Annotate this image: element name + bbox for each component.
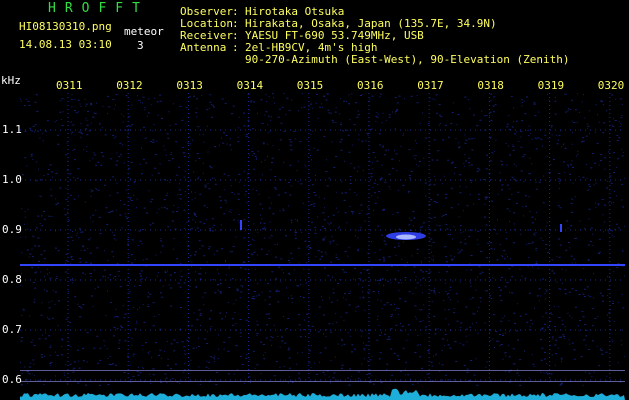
meteor-echo-faint: [240, 220, 242, 230]
baseline-reference: [20, 370, 625, 371]
time-tick-label: 0317: [417, 79, 444, 92]
meteor-count: 3: [137, 39, 144, 52]
noise-layer: [20, 93, 625, 386]
time-tick-label: 0320: [597, 79, 625, 92]
carrier-line: [20, 264, 625, 266]
grid-layer: [20, 93, 625, 385]
frequency-tick-label: 0.8: [2, 273, 22, 286]
amplitude-trace: [20, 388, 625, 400]
info-key-antenna: Antenna: [180, 41, 227, 54]
time-tick-label: 0319: [537, 79, 565, 92]
meteor-echo-faint: [560, 224, 562, 232]
frequency-tick-label: 0.6: [2, 373, 22, 386]
time-tick-label: 0312: [116, 79, 143, 92]
info-sep: :: [232, 41, 239, 54]
baseline-reference: [20, 381, 625, 382]
datetime: 14.08.13 03:10: [19, 38, 112, 51]
signal-layer: [20, 220, 625, 400]
program-title: HROFFT: [48, 1, 149, 16]
info-value-antenna-pattern: 90-270-Azimuth (East-West), 90-Elevation…: [245, 53, 570, 66]
time-tick-label: 0318: [477, 79, 504, 92]
frequency-tick-label: 0.9: [2, 223, 22, 236]
meteor-label: meteor: [124, 25, 164, 38]
time-tick-label: 0315: [296, 79, 324, 92]
meteor-echo-core: [396, 234, 416, 240]
y-axis-unit: kHz: [1, 74, 21, 87]
frequency-tick-label: 1.0: [2, 173, 22, 186]
time-tick-label: 0311: [56, 79, 83, 92]
noise-speckle: [20, 93, 625, 386]
time-tick-label: 0314: [236, 79, 264, 92]
frequency-tick-label: 0.7: [2, 323, 22, 336]
file-name: HI08130310.png: [19, 20, 112, 33]
spectrogram-plot: [20, 93, 625, 400]
time-tick-label: 0313: [176, 79, 203, 92]
frequency-tick-label: 1.1: [2, 123, 22, 136]
spectrogram-window: { "program": "HROFFT", "file_name": "HI0…: [0, 0, 629, 400]
time-tick-label: 0316: [357, 79, 384, 92]
